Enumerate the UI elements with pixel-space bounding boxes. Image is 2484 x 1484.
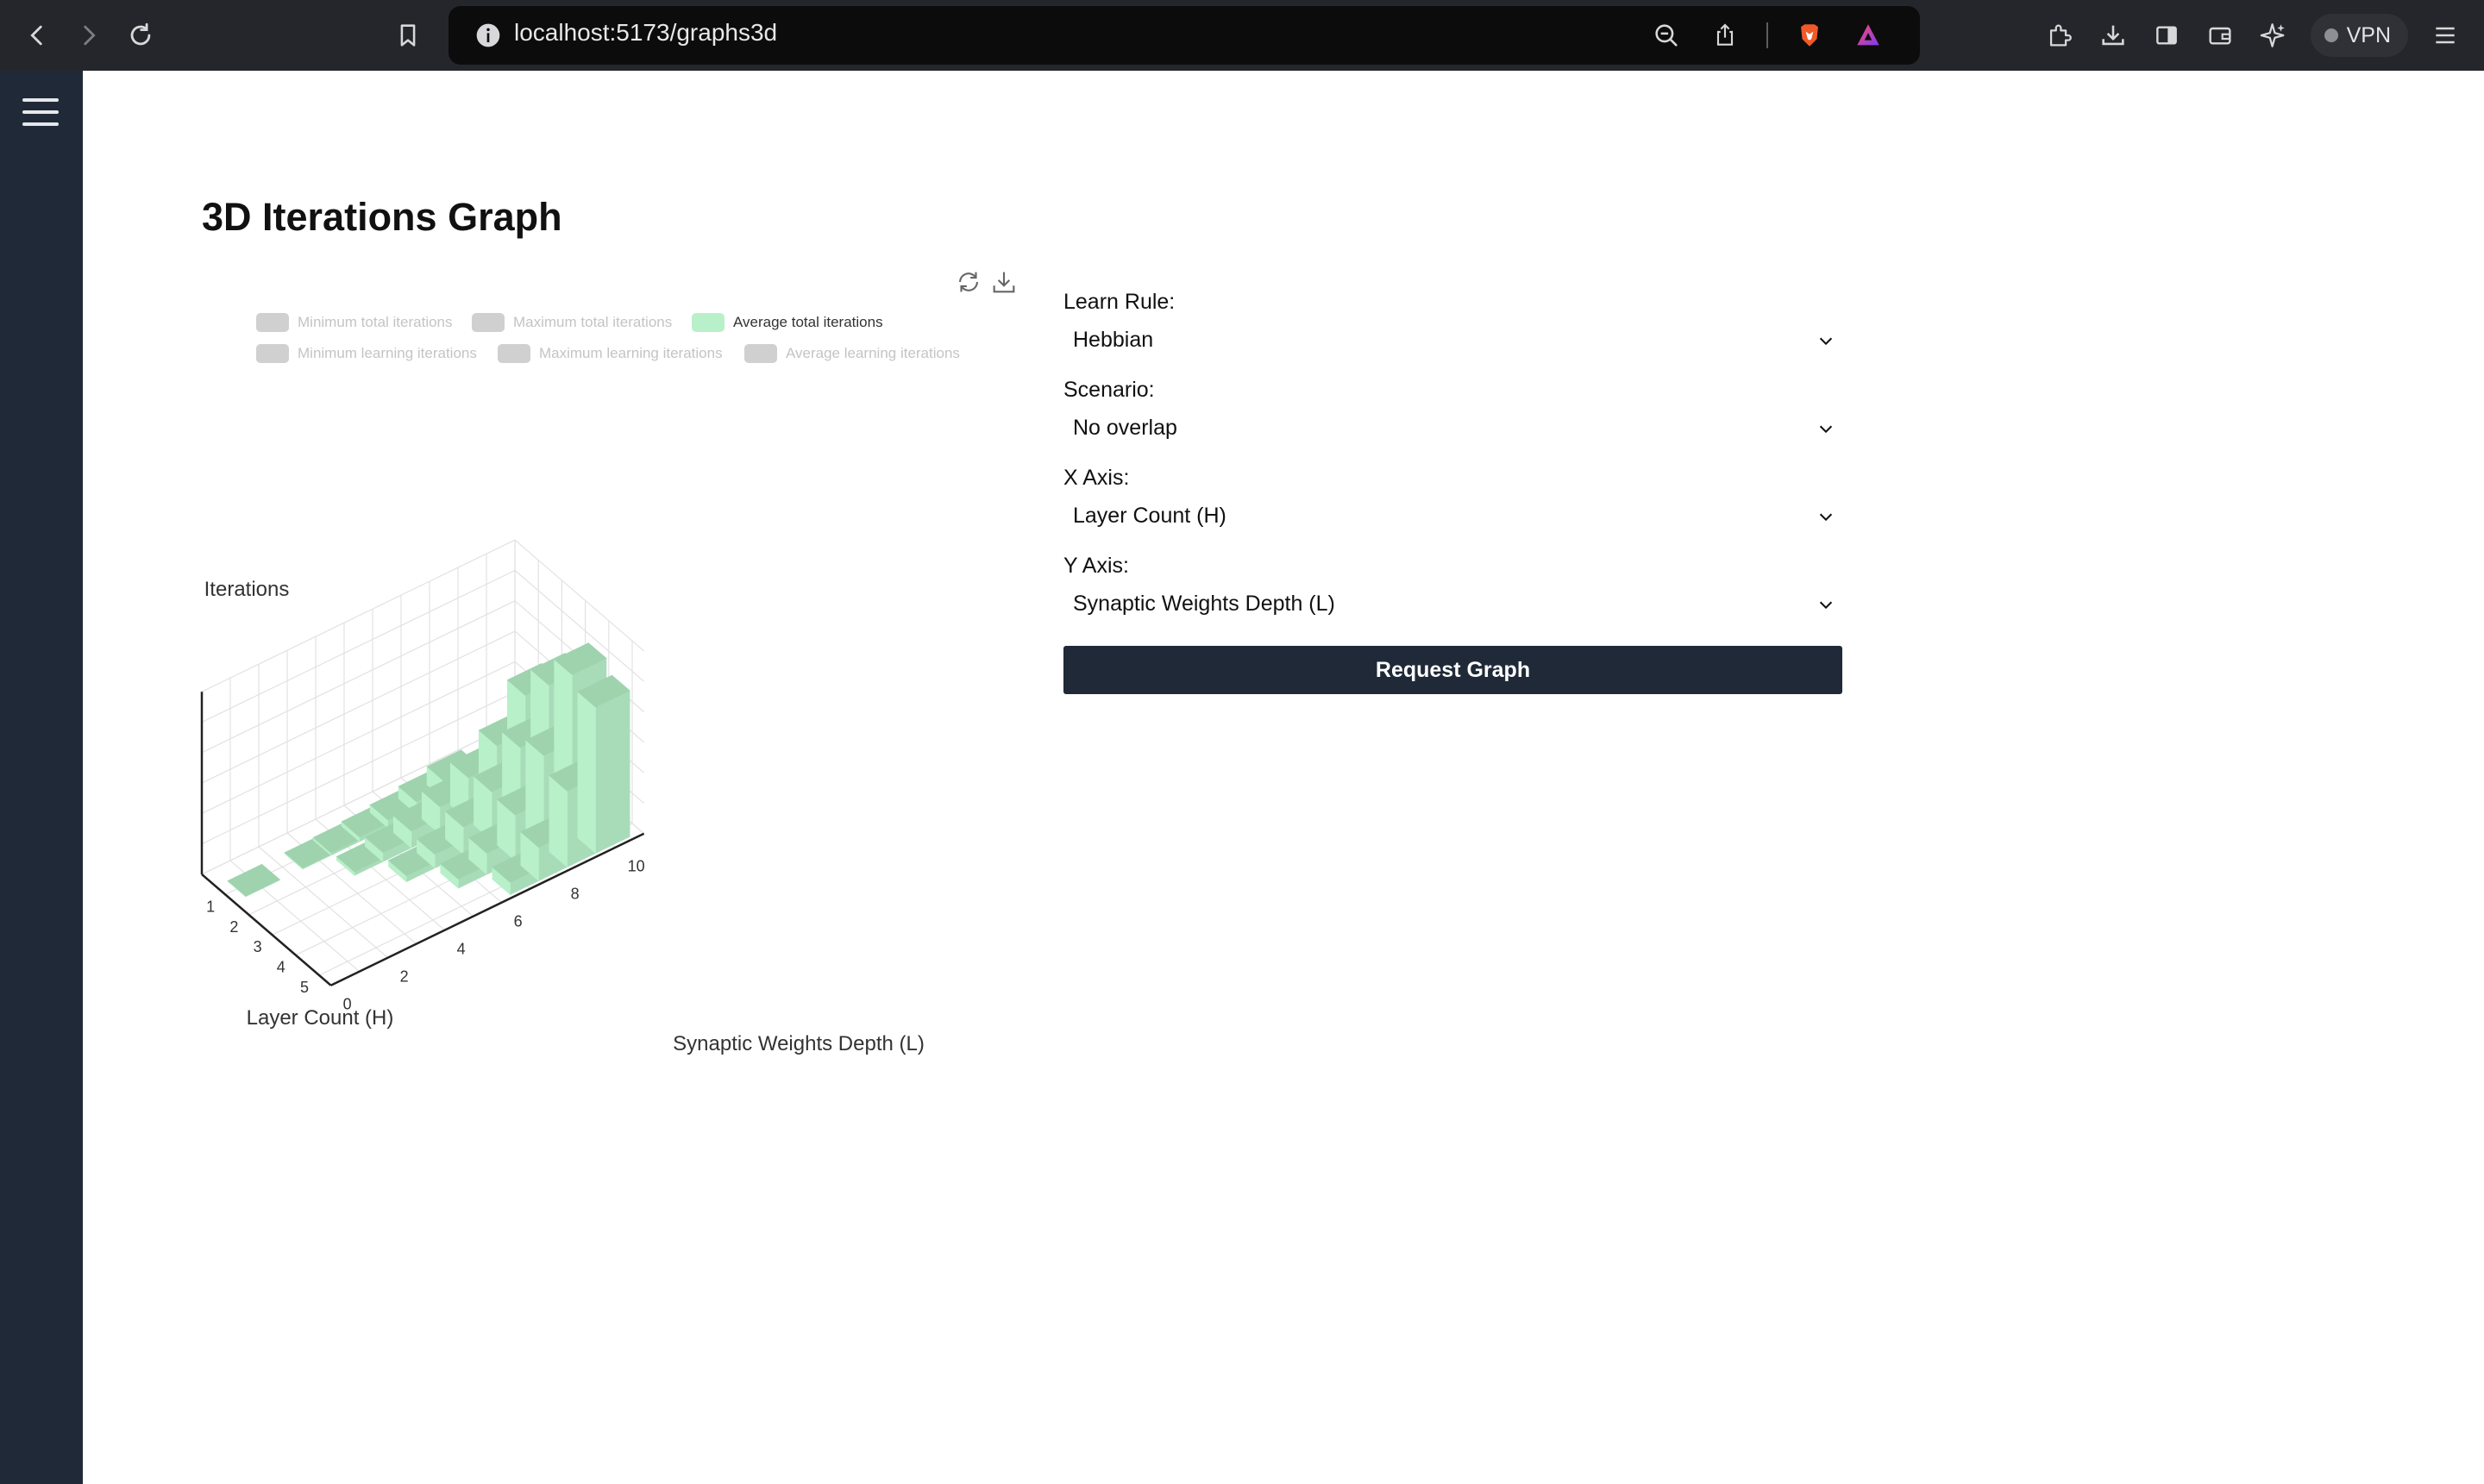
chevron-down-icon [1819, 425, 1833, 434]
browser-toolbar: localhost:5173/graphs3d VPN [0, 0, 2484, 71]
divider [1766, 22, 1768, 48]
wallet-icon[interactable] [2204, 19, 2236, 52]
chart-bars [227, 642, 630, 898]
grid-line [514, 539, 644, 652]
forward-icon[interactable] [69, 16, 109, 55]
legend-swatch [744, 344, 777, 363]
x-tick-label: 5 [300, 979, 309, 996]
brave-rewards-icon[interactable] [1851, 18, 1885, 53]
legend-item-min-total[interactable]: Minimum total iterations [256, 313, 453, 332]
bar-5-10[interactable] [577, 674, 630, 855]
legend-swatch [256, 344, 289, 363]
y-tick-label: 8 [571, 886, 580, 903]
legend-swatch [256, 313, 289, 332]
legend-label: Maximum total iterations [513, 314, 673, 330]
sidebar-toggle-icon[interactable] [2150, 19, 2183, 52]
x-tick-label: 1 [206, 898, 215, 915]
download-icon[interactable] [2097, 19, 2130, 52]
x-axis-select[interactable]: Layer Count (H) [1063, 495, 1842, 540]
y-tick-label: 10 [628, 858, 645, 875]
site-info-icon[interactable] [474, 22, 502, 49]
bar-face-front [595, 690, 630, 854]
legend-label: Minimum learning iterations [298, 345, 477, 361]
brave-shields-icon[interactable] [1792, 18, 1827, 53]
scenario-select[interactable]: No overlap [1063, 407, 1842, 452]
url-text[interactable]: localhost:5173/graphs3d [514, 19, 777, 47]
vpn-label: VPN [2346, 22, 2391, 47]
save-image-icon[interactable] [989, 267, 1019, 297]
learn-rule-select[interactable]: Hebbian [1063, 319, 1842, 364]
x-tick-label: 4 [277, 959, 285, 976]
share-icon[interactable] [1708, 18, 1742, 53]
legend-swatch [498, 344, 530, 363]
x-axis-label: X Axis: [1063, 466, 1130, 490]
bar-face-top [227, 863, 280, 897]
legend-item-avg-learning[interactable]: Average learning iterations [744, 344, 960, 363]
request-graph-button[interactable]: Request Graph [1063, 646, 1842, 694]
refresh-icon[interactable] [954, 267, 983, 297]
sidebar [0, 71, 83, 1484]
learn-rule-label: Learn Rule: [1063, 290, 1176, 314]
vpn-button[interactable]: VPN [2310, 14, 2408, 57]
browser-menu-icon[interactable] [2429, 19, 2462, 52]
address-bar[interactable]: localhost:5173/graphs3d [448, 6, 1920, 65]
legend-item-max-learning[interactable]: Maximum learning iterations [498, 344, 723, 363]
legend-label: Maximum learning iterations [539, 345, 723, 361]
legend-label: Minimum total iterations [298, 314, 453, 330]
legend-item-max-total[interactable]: Maximum total iterations [472, 313, 672, 332]
chevron-down-icon [1819, 337, 1833, 346]
bar-1-1[interactable] [227, 863, 280, 898]
bar-face-side [549, 774, 568, 868]
x-axis-value: Layer Count (H) [1073, 504, 1226, 528]
back-icon[interactable] [17, 16, 57, 55]
legend-label: Average learning iterations [786, 345, 960, 361]
extensions-icon[interactable] [2043, 19, 2076, 52]
graph-form: Learn Rule: Hebbian Scenario: No overlap… [1063, 285, 1842, 636]
legend-label: Average total iterations [733, 314, 883, 330]
legend-item-min-learning[interactable]: Minimum learning iterations [256, 344, 477, 363]
legend-swatch [472, 313, 505, 332]
y-axis-value: Synaptic Weights Depth (L) [1073, 592, 1335, 616]
grid-line [201, 600, 516, 754]
y-tick-label: 2 [400, 968, 409, 986]
y-tick-label: 6 [514, 913, 523, 930]
grid-line [201, 539, 516, 692]
x-tick-label: 3 [254, 938, 262, 955]
bar3d-chart[interactable]: 0100,000200,000300,000400,000500,000600,… [195, 483, 971, 1147]
chevron-down-icon [1819, 601, 1833, 610]
page-title: 3D Iterations Graph [202, 195, 562, 239]
y-tick-label: 4 [457, 941, 466, 958]
y-axis-title: Synaptic Weights Depth (L) [673, 1032, 925, 1055]
chevron-down-icon [1819, 513, 1833, 522]
learn-rule-value: Hebbian [1073, 328, 1154, 352]
y-axis-select[interactable]: Synaptic Weights Depth (L) [1063, 583, 1842, 628]
vpn-status-icon [2324, 28, 2338, 42]
scenario-label: Scenario: [1063, 378, 1155, 402]
zoom-out-icon[interactable] [1649, 18, 1684, 53]
legend-item-avg-total[interactable]: Average total iterations [692, 313, 883, 332]
leo-ai-icon[interactable] [2257, 19, 2290, 52]
menu-icon[interactable] [22, 95, 60, 129]
bookmark-icon[interactable] [388, 16, 428, 55]
bar-face-side [577, 691, 596, 855]
x-tick-label: 2 [229, 918, 238, 936]
legend-swatch [692, 313, 724, 332]
z-axis-title: Iterations [204, 578, 290, 601]
scenario-value: No overlap [1073, 416, 1177, 440]
reload-icon[interactable] [121, 16, 160, 55]
y-axis-label: Y Axis: [1063, 554, 1129, 578]
x-axis-title: Layer Count (H) [247, 1006, 394, 1030]
